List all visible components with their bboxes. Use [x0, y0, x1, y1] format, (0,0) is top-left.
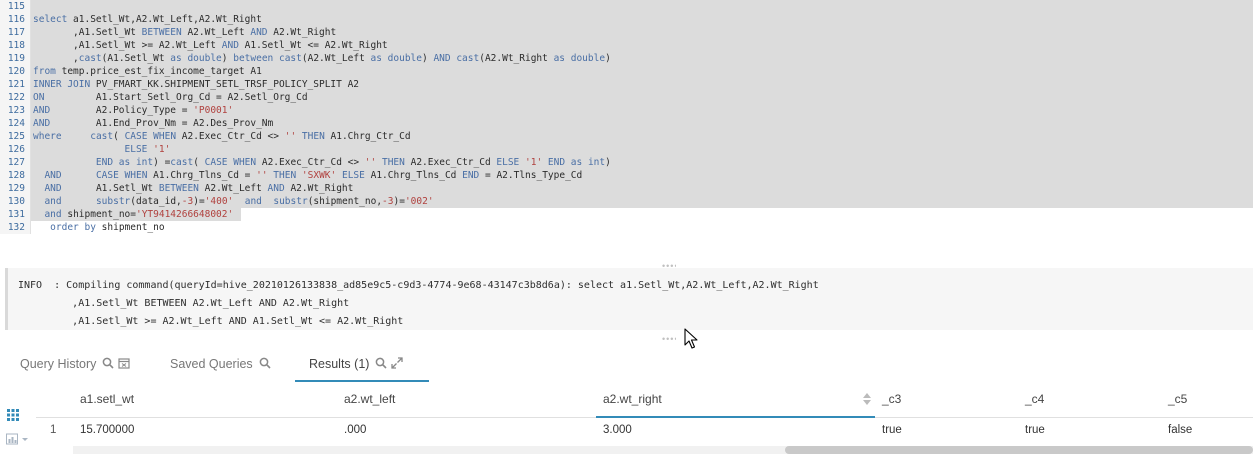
line-number: 117: [0, 26, 31, 39]
column-header[interactable]: _c4: [1025, 384, 1125, 418]
line-number: 124: [0, 117, 31, 130]
code-line[interactable]: 120 from temp.price_est_fix_income_target…: [0, 65, 1253, 78]
execution-log: INFO : Compiling command(queryId=hive_20…: [5, 268, 1253, 330]
code-line[interactable]: 116 select a1.Setl_Wt,A2.Wt_Left,A2.Wt_Ri…: [0, 13, 1253, 26]
expand-icon[interactable]: [391, 357, 404, 369]
tab-saved-queries-label: Saved Queries: [170, 357, 253, 371]
code-text[interactable]: order by shipment_no: [33, 221, 164, 234]
code-text[interactable]: AND A1.End_Prov_Nm = A2.Des_Prov_Nm: [33, 117, 273, 130]
code-text[interactable]: AND A1.Setl_Wt BETWEEN A2.Wt_Left AND A2…: [33, 182, 353, 195]
search-icon[interactable]: [102, 357, 114, 369]
code-text[interactable]: ,cast(A1.Setl_Wt as double) between cast…: [33, 52, 611, 65]
sort-icon[interactable]: [863, 393, 871, 405]
code-line[interactable]: 131 and shipment_no='YT9414266648002': [0, 208, 1253, 221]
line-number: 122: [0, 91, 31, 104]
line-number: 120: [0, 65, 31, 78]
log-line: ,A1.Setl_Wt >= A2.Wt_Left AND A1.Setl_Wt…: [18, 316, 404, 327]
horizontal-scrollbar[interactable]: [73, 446, 1253, 454]
line-number: 125: [0, 130, 31, 143]
line-number: 131: [0, 208, 31, 221]
code-text[interactable]: where cast( CASE WHEN A2.Exec_Ctr_Cd <> …: [33, 130, 411, 143]
column-header[interactable]: a2.wt_left: [344, 384, 594, 418]
code-line[interactable]: 121 INNER JOIN PV_FMART_KK.SHIPMENT_SETL_…: [0, 78, 1253, 91]
column-header[interactable]: _c5: [1168, 384, 1248, 418]
grid-view-icon[interactable]: [7, 409, 19, 421]
code-line[interactable]: 132 order by shipment_no: [0, 221, 1253, 234]
line-number: 130: [0, 195, 31, 208]
code-line[interactable]: 130 and substr(data_id,-3)='400' and sub…: [0, 195, 1253, 208]
code-line[interactable]: 122 ON A1.Start_Setl_Org_Cd = A2.Setl_Org…: [0, 91, 1253, 104]
code-line[interactable]: 127 END as int) =cast( CASE WHEN A2.Exec…: [0, 156, 1253, 169]
code-text[interactable]: ,A1.Setl_Wt >= A2.Wt_Left AND A1.Setl_Wt…: [33, 39, 388, 52]
tab-results[interactable]: Results (1): [295, 348, 429, 382]
code-line[interactable]: 115: [0, 0, 1253, 13]
sql-editor[interactable]: 115 116 select a1.Setl_Wt,A2.Wt_Left,A2.Wt…: [0, 0, 1253, 238]
chart-view-icon[interactable]: [6, 433, 30, 445]
table-cell[interactable]: true: [1025, 419, 1045, 441]
table-cell[interactable]: .000: [344, 419, 366, 441]
mouse-cursor-icon: [684, 328, 698, 349]
results-tabs: Query History Saved Queries Results (1): [0, 348, 1253, 382]
code-text[interactable]: ELSE '1': [33, 143, 171, 156]
column-header-label: a2.wt_right: [603, 392, 662, 406]
code-text[interactable]: and shipment_no='YT9414266648002': [33, 208, 233, 221]
line-number: 119: [0, 52, 31, 65]
line-number: 126: [0, 143, 31, 156]
table-row[interactable]: 1 15.700000 .000 3.000 true true false: [36, 419, 1253, 441]
column-header-sorted[interactable]: a2.wt_right: [596, 384, 875, 418]
code-text[interactable]: INNER JOIN PV_FMART_KK.SHIPMENT_SETL_TRS…: [33, 78, 359, 91]
code-line[interactable]: 123 AND A2.Policy_Type = 'P0001': [0, 104, 1253, 117]
code-text[interactable]: select a1.Setl_Wt,A2.Wt_Left,A2.Wt_Right: [33, 13, 262, 26]
column-header[interactable]: _c3: [882, 384, 982, 418]
line-number: 132: [0, 221, 31, 234]
calendar-clear-icon[interactable]: [118, 357, 131, 369]
results-header: a1.setl_wt a2.wt_left a2.wt_right _c3 _c…: [36, 384, 1253, 418]
line-number: 128: [0, 169, 31, 182]
text-selection-highlight: [31, 143, 1253, 156]
line-number: 123: [0, 104, 31, 117]
code-text[interactable]: ON A1.Start_Setl_Org_Cd = A2.Setl_Org_Cd: [33, 91, 308, 104]
code-line[interactable]: 124 AND A1.End_Prov_Nm = A2.Des_Prov_Nm: [0, 117, 1253, 130]
search-icon[interactable]: [375, 357, 388, 369]
tab-query-history-label: Query History: [20, 357, 97, 371]
log-line: INFO : Compiling command(queryId=hive_20…: [18, 280, 819, 291]
line-number: 116: [0, 13, 31, 26]
line-number: 121: [0, 78, 31, 91]
code-line[interactable]: 129 AND A1.Setl_Wt BETWEEN A2.Wt_Left AN…: [0, 182, 1253, 195]
tab-saved-queries[interactable]: Saved Queries: [170, 348, 271, 382]
code-text[interactable]: ,A1.Setl_Wt BETWEEN A2.Wt_Left AND A2.Wt…: [33, 26, 336, 39]
text-selection-highlight: [31, 0, 1253, 13]
line-number: 127: [0, 156, 31, 169]
code-text[interactable]: from temp.price_est_fix_income_target A1: [33, 65, 262, 78]
tab-results-label: Results (1): [309, 357, 370, 371]
scrollbar-thumb[interactable]: [785, 446, 1253, 454]
code-line[interactable]: 117 ,A1.Setl_Wt BETWEEN A2.Wt_Left AND A…: [0, 26, 1253, 39]
log-resize-handle[interactable]: ••••: [662, 337, 676, 341]
row-number: 1: [50, 424, 57, 436]
code-line[interactable]: 118 ,A1.Setl_Wt >= A2.Wt_Left AND A1.Set…: [0, 39, 1253, 52]
code-line[interactable]: 125 where cast( CASE WHEN A2.Exec_Ctr_Cd …: [0, 130, 1253, 143]
line-number: 129: [0, 182, 31, 195]
code-text[interactable]: AND CASE WHEN A1.Chrg_Tlns_Cd = '' THEN …: [33, 169, 582, 182]
chevron-down-icon: [22, 438, 28, 441]
table-cell[interactable]: 3.000: [603, 419, 632, 441]
table-cell[interactable]: 15.700000: [80, 419, 134, 441]
code-line[interactable]: 128 AND CASE WHEN A1.Chrg_Tlns_Cd = '' T…: [0, 169, 1253, 182]
code-line[interactable]: 119 ,cast(A1.Setl_Wt as double) between …: [0, 52, 1253, 65]
line-number: 118: [0, 39, 31, 52]
search-icon[interactable]: [259, 357, 271, 369]
table-cell[interactable]: false: [1168, 419, 1192, 441]
table-cell[interactable]: true: [882, 419, 902, 441]
code-text[interactable]: END as int) =cast( CASE WHEN A2.Exec_Ctr…: [33, 156, 611, 169]
tab-query-history[interactable]: Query History: [20, 348, 131, 382]
code-line[interactable]: 126 ELSE '1': [0, 143, 1253, 156]
line-number: 115: [0, 0, 31, 13]
code-text[interactable]: AND A2.Policy_Type = 'P0001': [33, 104, 233, 117]
column-header[interactable]: a1.setl_wt: [80, 384, 330, 418]
code-text[interactable]: and substr(data_id,-3)='400' and substr(…: [33, 195, 433, 208]
log-line: ,A1.Setl_Wt BETWEEN A2.Wt_Left AND A2.Wt…: [18, 298, 350, 309]
